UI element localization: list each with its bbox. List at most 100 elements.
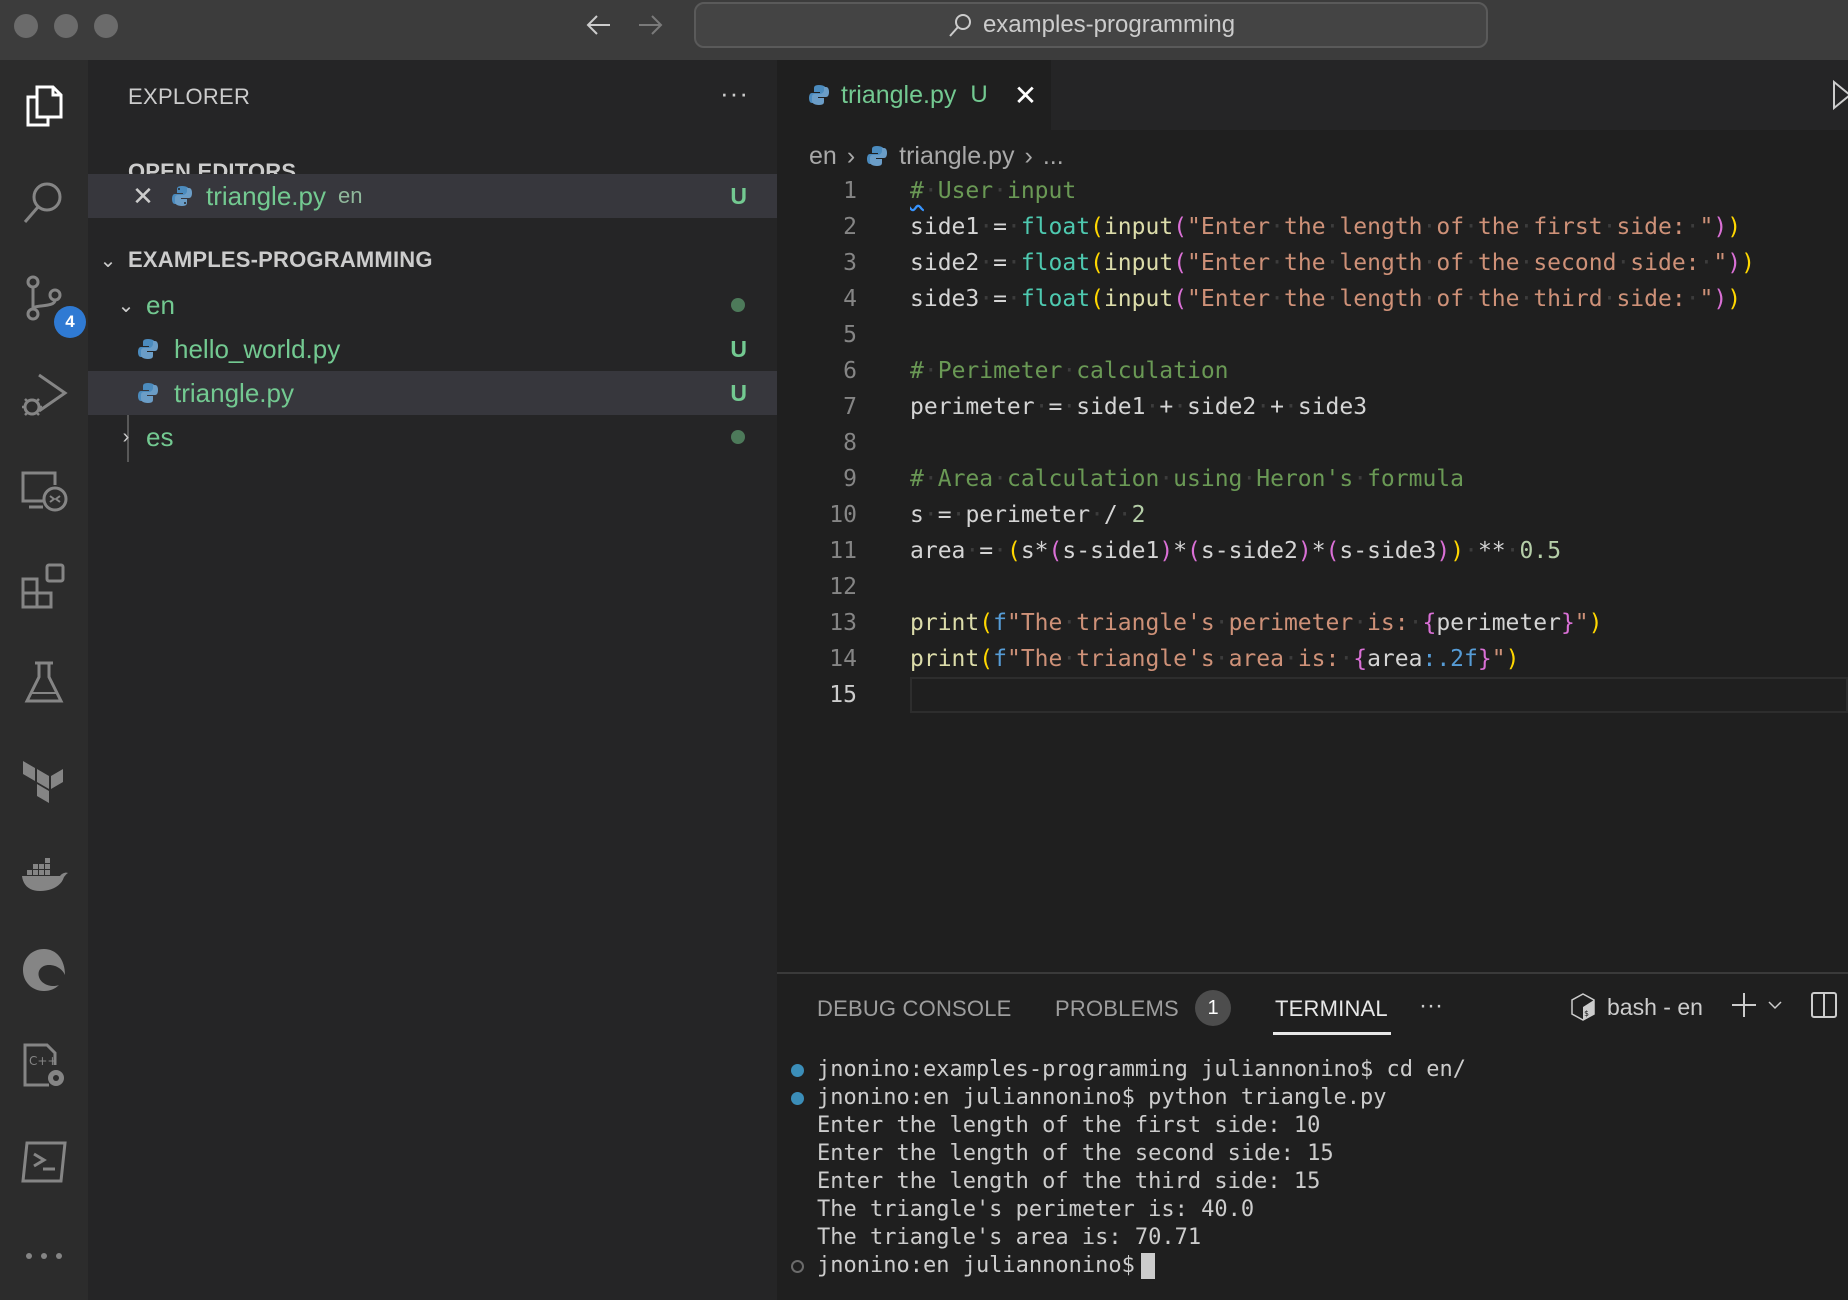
split-terminal-icon[interactable] <box>1809 990 1839 1020</box>
activity-remote-explorer[interactable] <box>14 460 74 520</box>
line-number: 7 <box>843 394 857 420</box>
breadcrumb-folder[interactable]: en <box>809 142 837 171</box>
code-line[interactable]: 7 perimeter·=·side1·+·side2·+·side3 <box>777 389 1848 425</box>
code-token: triangle's <box>1076 610 1215 636</box>
window-minimize-button[interactable] <box>54 14 78 38</box>
activity-extensions[interactable] <box>14 556 74 616</box>
terminal-line: Enter the length of the first side: 10 <box>777 1112 1848 1140</box>
tab-problems[interactable]: PROBLEMS <box>1055 996 1179 1022</box>
code-line[interactable]: 13 print(f"The·triangle's·perimeter·is:·{… <box>777 605 1848 641</box>
terminal-output[interactable]: jnonino:examples-programming juliannonin… <box>777 1056 1848 1280</box>
code-token: ) <box>1297 538 1312 564</box>
activity-run-debug[interactable] <box>14 364 74 424</box>
line-number: 4 <box>843 286 857 312</box>
activity-more[interactable] <box>14 1226 74 1286</box>
title-bar: examples-programming <box>0 0 1848 60</box>
code-token: "Enter <box>1187 214 1271 240</box>
code-token: Heron's <box>1256 466 1354 492</box>
activity-docker[interactable] <box>14 844 74 904</box>
code-line[interactable]: 15 <box>777 677 1848 713</box>
whitespace-marker: · <box>979 214 994 240</box>
code-line[interactable]: 4 side3·=·float(input("Enter·the·length·o… <box>777 281 1848 317</box>
code-token: ( <box>1048 538 1063 564</box>
activity-testing[interactable] <box>14 652 74 712</box>
chevron-down-icon[interactable] <box>1767 998 1783 1012</box>
code-token: Perimeter <box>937 358 1063 384</box>
activity-terminal[interactable] <box>14 1132 74 1192</box>
window-maximize-button[interactable] <box>94 14 118 38</box>
tree-file-triangle[interactable]: triangle.py U <box>88 371 777 415</box>
command-success-icon[interactable] <box>791 1064 804 1077</box>
terminal-text: The triangle's perimeter is: 40.0 <box>817 1197 1255 1222</box>
more-icon <box>26 1253 62 1259</box>
active-tab-indicator <box>1273 1032 1391 1035</box>
code-line[interactable]: 12 <box>777 569 1848 605</box>
whitespace-marker: · <box>1325 214 1340 240</box>
activity-explorer[interactable] <box>14 76 74 136</box>
sidebar-more-button[interactable]: ··· <box>720 78 749 109</box>
terminal-selector[interactable]: $_ bash - en <box>1569 992 1703 1022</box>
line-content: print(f"The·triangle's·area·is:·{area:.2… <box>910 646 1519 672</box>
tab-triangle-py[interactable]: triangle.py U ✕ <box>777 60 1051 130</box>
open-editor-item[interactable]: ✕ triangle.py en U <box>88 174 777 218</box>
python-file-icon <box>172 186 192 206</box>
whitespace-marker: · <box>1602 214 1617 240</box>
breadcrumb-symbols[interactable]: ... <box>1043 142 1064 171</box>
terminal-line: jnonino:en juliannonino$ python triangle… <box>777 1084 1848 1112</box>
code-token: second <box>1533 250 1617 276</box>
back-button[interactable] <box>583 10 615 42</box>
terraform-icon <box>23 761 63 803</box>
tree-folder-en[interactable]: ⌄ en <box>88 283 777 327</box>
code-line[interactable]: 9 #·Area·calculation·using·Heron's·formul… <box>777 461 1848 497</box>
code-line[interactable]: 3 side2·=·float(input("Enter·the·length·o… <box>777 245 1848 281</box>
command-pending-icon[interactable] <box>791 1260 804 1273</box>
whitespace-marker: · <box>1062 358 1077 384</box>
file-name: triangle.py <box>174 377 294 408</box>
run-file-icon[interactable] <box>1832 80 1848 110</box>
code-line[interactable]: 10 s·=·perimeter·/·2 <box>777 497 1848 533</box>
python-file-icon <box>138 383 158 403</box>
whitespace-marker: · <box>1464 286 1478 312</box>
new-terminal-icon[interactable] <box>1729 990 1759 1020</box>
tab-terminal[interactable]: TERMINAL <box>1275 996 1388 1022</box>
code-token: ) <box>1713 214 1728 240</box>
code-token: { <box>1353 646 1368 672</box>
activity-terraform[interactable] <box>14 748 74 808</box>
forward-button[interactable] <box>634 10 666 42</box>
activity-cmake[interactable]: C++ <box>14 1036 74 1096</box>
code-editor[interactable]: 1 #·User·input 2 side1·=·float(input("Enter… <box>777 173 1848 713</box>
tree-folder-es[interactable]: › es <box>88 415 777 459</box>
code-token: ** <box>1477 538 1506 564</box>
code-line[interactable]: 8 <box>777 425 1848 461</box>
command-center-search[interactable]: examples-programming <box>694 2 1488 48</box>
code-line[interactable]: 2 side1·=·float(input("Enter·the·length·o… <box>777 209 1848 245</box>
code-token: " <box>1699 214 1714 240</box>
code-line[interactable]: 11 area·=·(s*(s-side1)*(s-side2)*(s-side3… <box>777 533 1848 569</box>
line-content: area·=·(s*(s-side1)*(s-side2)*(s-side3))… <box>910 538 1561 564</box>
window-close-button[interactable] <box>14 14 38 38</box>
activity-source-control[interactable]: 4 <box>14 268 86 338</box>
breadcrumb-file[interactable]: triangle.py <box>899 142 1014 171</box>
search-icon <box>23 182 62 223</box>
activity-search[interactable] <box>14 172 74 232</box>
whitespace-marker: · <box>1090 502 1104 528</box>
activity-edge-devtools[interactable] <box>14 940 74 1000</box>
workspace-header[interactable]: ⌄ EXAMPLES-PROGRAMMING <box>88 240 777 280</box>
tab-close-icon[interactable]: ✕ <box>1014 79 1037 112</box>
tab-debug-console[interactable]: DEBUG CONSOLE <box>817 996 1012 1022</box>
folder-name: en <box>146 289 175 320</box>
code-line[interactable]: 14 print(f"The·triangle's·area·is:·{area:… <box>777 641 1848 677</box>
panel-more-button[interactable]: ··· <box>1419 992 1443 1020</box>
code-line[interactable]: 5 <box>777 317 1848 353</box>
code-line[interactable]: 1 #·User·input <box>777 173 1848 209</box>
whitespace-marker: · <box>1325 250 1340 276</box>
line-number: 3 <box>843 250 857 276</box>
terminal-name: bash - en <box>1607 993 1703 1020</box>
terminal-text: jnonino:en juliannonino$ python triangle… <box>817 1085 1387 1110</box>
command-success-icon[interactable] <box>791 1092 804 1105</box>
close-icon[interactable]: ✕ <box>128 181 158 212</box>
code-line[interactable]: 6 #·Perimeter·calculation <box>777 353 1848 389</box>
code-token: s-side1 <box>1062 538 1160 564</box>
code-token: input <box>1103 214 1174 240</box>
tree-file-hello-world[interactable]: hello_world.py U <box>88 327 777 371</box>
